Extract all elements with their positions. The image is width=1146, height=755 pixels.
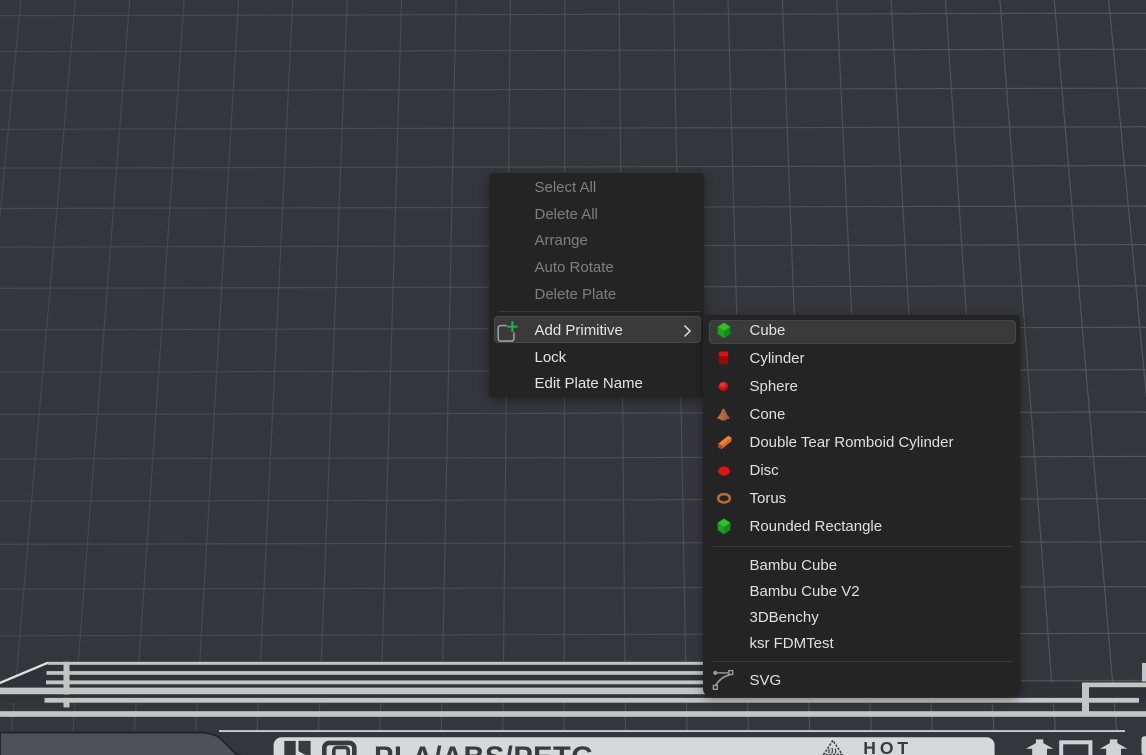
svg-text:HOT: HOT: [863, 738, 912, 755]
svg-text:PLA/ABS/PETG: PLA/ABS/PETG: [374, 741, 594, 755]
